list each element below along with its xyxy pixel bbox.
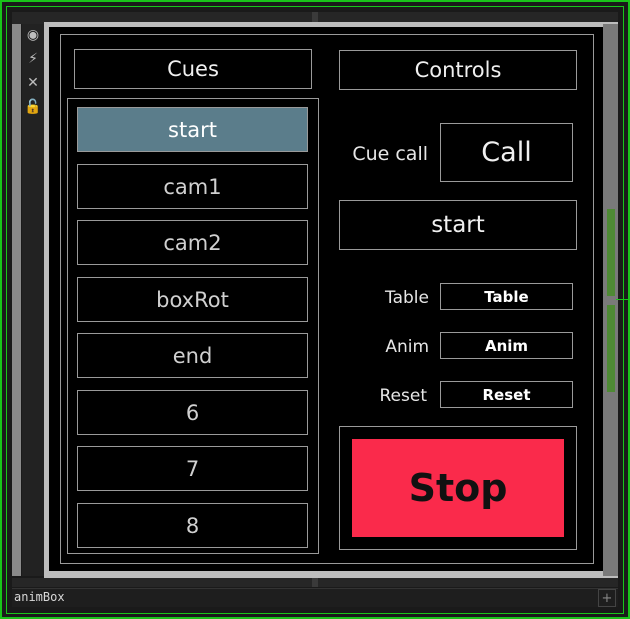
anim-button[interactable]: Anim [440, 332, 573, 359]
right-strip [603, 24, 618, 576]
bottom-bar [12, 578, 618, 587]
cue-button[interactable]: 8 [77, 503, 308, 548]
reset-button[interactable]: Reset [440, 381, 573, 408]
cues-header: Cues [74, 49, 312, 89]
controls-header: Controls [339, 50, 577, 90]
bottom-notch [312, 578, 318, 587]
node-name[interactable]: animBox [14, 590, 65, 604]
node-footer: animBox + [12, 588, 618, 607]
stop-button[interactable]: Stop [352, 439, 564, 537]
lock-icon[interactable]: 🔓 [22, 96, 44, 118]
cue-button[interactable]: 6 [77, 390, 308, 435]
cue-button[interactable]: cam1 [77, 164, 308, 209]
table-label: Table [385, 288, 429, 308]
tool-column: ◉ ⚡ ✕ 🔓 [22, 24, 44, 576]
current-cue-field[interactable]: start [339, 200, 577, 250]
bypass-icon[interactable]: ⚡ [22, 48, 44, 70]
connector-bar-bottom[interactable] [607, 305, 615, 392]
viewer-icon[interactable]: ◉ [22, 24, 44, 46]
cue-button[interactable]: 7 [77, 446, 308, 491]
cue-button[interactable]: start [77, 107, 308, 152]
reset-label: Reset [379, 386, 428, 406]
connector-bar-top[interactable] [607, 209, 615, 296]
cue-button[interactable]: boxRot [77, 277, 308, 322]
anim-label: Anim [385, 337, 429, 357]
table-button[interactable]: Table [440, 283, 573, 310]
add-icon[interactable]: + [598, 589, 616, 607]
cue-button[interactable]: cam2 [77, 220, 308, 265]
call-button[interactable]: Call [440, 123, 573, 182]
close-icon[interactable]: ✕ [22, 72, 44, 94]
connector-line [616, 299, 630, 300]
left-strip [12, 24, 21, 576]
cue-button[interactable]: end [77, 333, 308, 378]
cue-call-label: Cue call [352, 143, 428, 165]
